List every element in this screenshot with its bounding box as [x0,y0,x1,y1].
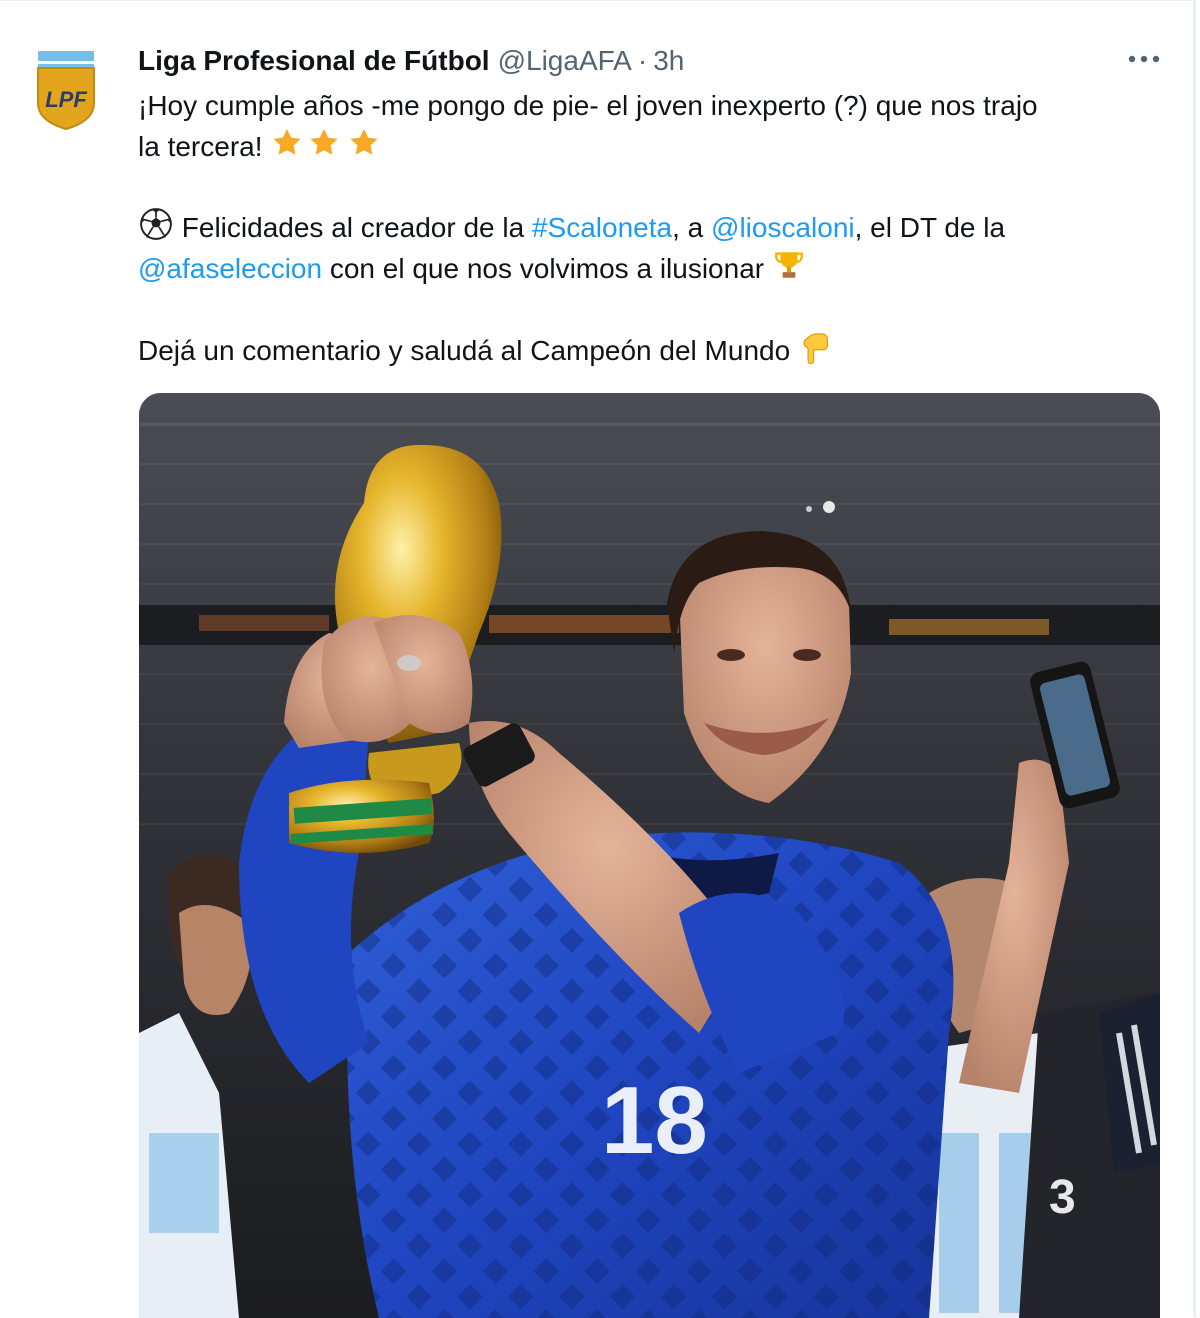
tweet-text-segment: con el que nos volvimos a ilusionar [329,253,765,284]
tweet-text-line: Felicidades al creador de la #Scaloneta,… [138,207,1168,248]
hashtag-link[interactable]: #Scaloneta [532,212,672,243]
soccer-ball-icon [138,207,174,252]
tweet-text-segment: , a [672,212,704,243]
star-icon [304,127,344,170]
separator-dot: · [637,45,648,76]
tweet-photo[interactable]: 3 18 [139,393,1160,1318]
svg-text:18: 18 [601,1067,708,1174]
tweet-text-segment: Dejá un comentario y saludá al Campeón d… [138,334,791,366]
tweet-header: Liga Profesional de Fútbol @LigaAFA · 3h [138,41,684,81]
tweet-text-segment: la tercera! [138,131,263,162]
more-horizontal-icon [1128,55,1160,63]
tweet-text-line: ¡Hoy cumple años -me pongo de pie- el jo… [138,85,1168,126]
more-options-button[interactable] [1122,41,1166,77]
star-icon [344,127,384,170]
tweet-text-line: @afaseleccion con el que nos volvimos a … [138,248,1168,289]
tweet-text-line: la tercera! [138,126,1168,167]
lpf-logo-icon: LPF [37,51,95,131]
photo-image: 3 18 [139,393,1160,1318]
tweet-text-segment: ¡Hoy cumple años -me pongo de pie- el jo… [138,90,1038,121]
pointing-down-icon [798,329,832,376]
tweet-card[interactable]: LPF Liga Profesional de Fútbol @LigaAFA … [0,0,1196,1318]
tweet-text: ¡Hoy cumple años -me pongo de pie- el jo… [138,85,1168,370]
mention-link[interactable]: @lioscaloni [711,212,855,243]
star-icon [270,127,304,170]
trophy-icon [772,248,806,293]
tweet-timestamp[interactable]: 3h [653,45,684,77]
author-handle[interactable]: @LigaAFA [498,45,632,77]
tweet-text-segment: Felicidades al creador de la [181,212,525,243]
mention-link[interactable]: @afaseleccion [138,253,322,284]
tweet-text-segment: , el DT de la [854,212,1006,243]
author-avatar[interactable]: LPF [28,41,104,133]
tweet-text-line: Dejá un comentario y saludá al Campeón d… [138,329,1168,370]
author-display-name[interactable]: Liga Profesional de Fútbol [138,45,490,77]
svg-text:3: 3 [1049,1171,1076,1224]
svg-text:LPF: LPF [45,87,87,112]
